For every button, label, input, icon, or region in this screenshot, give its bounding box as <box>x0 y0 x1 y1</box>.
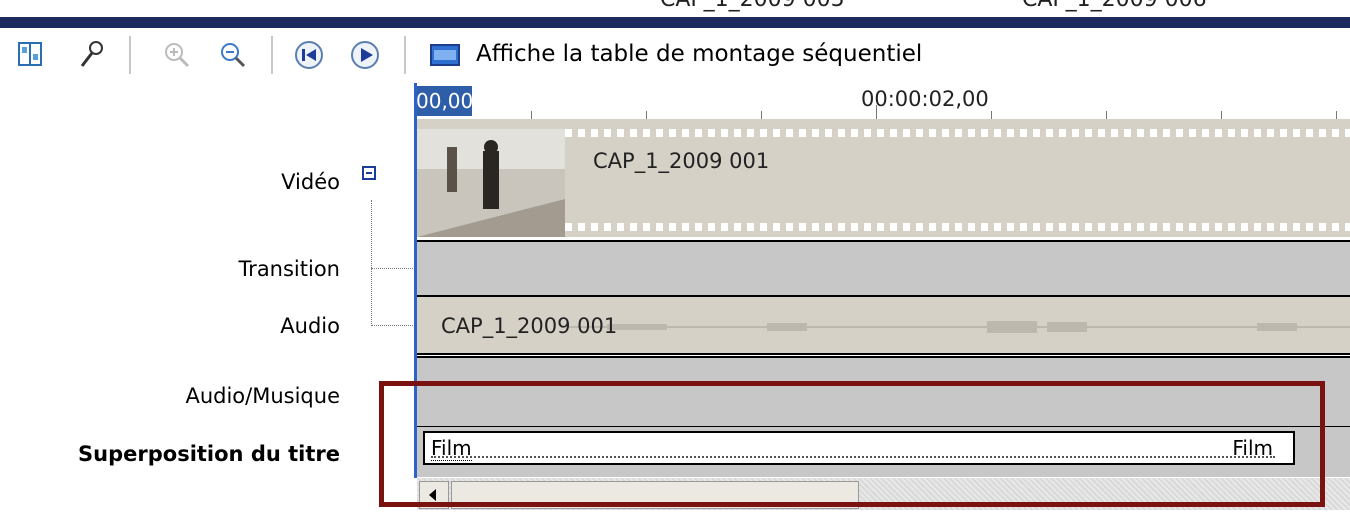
track-label-video: Vidéo <box>281 170 340 194</box>
ruler-tick <box>1106 111 1107 119</box>
ruler-start-time: 00,00 <box>416 86 474 116</box>
storyboard-icon[interactable] <box>428 38 462 72</box>
toolbar-separator <box>129 36 131 74</box>
ruler-tick <box>991 111 992 119</box>
storyboard-toggle-label[interactable]: Affiche la table de montage séquentiel <box>476 41 922 67</box>
video-clip-name: CAP_1_2009 001 <box>593 149 770 173</box>
highlight-annotation <box>379 381 1325 507</box>
zoom-out-icon[interactable] <box>216 38 250 72</box>
play-icon[interactable] <box>348 38 382 72</box>
ruler-start-label: 00,00 <box>416 89 474 113</box>
storyboard-clip-label: CAP_1_2009 005 <box>660 0 845 12</box>
ruler-tick <box>761 111 762 119</box>
video-track[interactable]: CAP_1_2009 001 <box>417 119 1350 237</box>
ruler-tick <box>531 111 532 119</box>
window-divider <box>0 17 1350 28</box>
rewind-icon[interactable] <box>292 38 326 72</box>
ruler-tick <box>876 105 877 119</box>
tree-line <box>371 200 372 326</box>
audio-clip-name: CAP_1_2009 001 <box>441 314 618 338</box>
film-perforation <box>565 223 1350 231</box>
tree-line <box>371 268 413 269</box>
narrate-icon[interactable] <box>74 38 108 72</box>
tree-line <box>371 325 413 326</box>
track-label-title-overlay: Superposition du titre <box>78 442 340 466</box>
collapse-icon[interactable] <box>362 166 376 180</box>
storyboard-clip-label: CAP_1_2009 006 <box>1022 0 1207 12</box>
ruler-tick <box>1336 111 1337 119</box>
time-ruler[interactable]: 00,00 00:00:02,00 <box>416 83 1350 121</box>
timeline-view-icon[interactable] <box>14 38 48 72</box>
track-label-audio-music: Audio/Musique <box>185 384 340 408</box>
ruler-tick <box>646 111 647 119</box>
ruler-time-label: 00:00:02,00 <box>861 87 989 111</box>
track-label-audio: Audio <box>280 314 340 338</box>
transition-track[interactable] <box>417 240 1350 297</box>
film-perforation <box>565 129 1350 137</box>
ruler-tick <box>1221 111 1222 119</box>
track-label-transition: Transition <box>238 257 340 281</box>
audio-track[interactable]: CAP_1_2009 001 <box>417 297 1350 355</box>
toolbar-separator <box>404 36 406 74</box>
video-thumbnail[interactable] <box>417 129 565 237</box>
toolbar-separator <box>271 36 273 74</box>
zoom-in-icon[interactable] <box>160 38 194 72</box>
audio-waveform <box>567 321 1350 333</box>
timeline-toolbar: Affiche la table de montage séquentiel <box>0 28 1350 83</box>
